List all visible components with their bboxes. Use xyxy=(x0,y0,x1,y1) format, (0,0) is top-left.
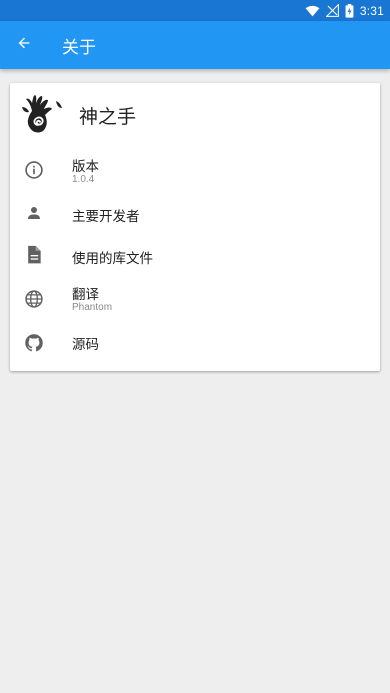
translation-item[interactable]: 翻译 Phantom xyxy=(10,275,380,323)
version-value: 1.0.4 xyxy=(72,174,95,185)
wifi-icon xyxy=(305,5,320,17)
translator-name: Phantom xyxy=(72,302,113,313)
libraries-item[interactable]: 使用的库文件 xyxy=(10,231,380,279)
main-developer-label: 主要开发者 xyxy=(72,209,140,225)
about-card: 神之手 版本 1.0.4 主要开发者 使用的库文件 翻译 Phantom 源码 xyxy=(10,83,380,371)
github-icon xyxy=(23,332,45,354)
status-bar: 3:31 xyxy=(0,0,390,21)
translation-label: 翻译 xyxy=(72,287,99,303)
status-time: 3:31 xyxy=(359,3,384,18)
version-item[interactable]: 版本 1.0.4 xyxy=(10,145,380,193)
person-icon xyxy=(23,202,45,224)
version-label: 版本 xyxy=(72,159,99,175)
arrow-back-icon[interactable] xyxy=(16,35,32,55)
source-code-label: 源码 xyxy=(72,337,99,353)
app-name: 神之手 xyxy=(79,106,137,128)
battery-charging-icon xyxy=(345,3,354,18)
app-bar: 关于 xyxy=(0,21,390,69)
hand-spiral-logo xyxy=(22,95,66,135)
page-title: 关于 xyxy=(62,37,96,58)
document-icon xyxy=(23,244,45,266)
source-code-item[interactable]: 源码 xyxy=(10,319,380,367)
info-icon xyxy=(23,159,45,181)
globe-icon xyxy=(23,288,45,310)
libraries-label: 使用的库文件 xyxy=(72,251,153,267)
no-signal-icon xyxy=(325,4,339,17)
back-button[interactable] xyxy=(0,21,48,69)
app-header: 神之手 xyxy=(10,83,380,145)
main-developer-item[interactable]: 主要开发者 xyxy=(10,189,380,237)
